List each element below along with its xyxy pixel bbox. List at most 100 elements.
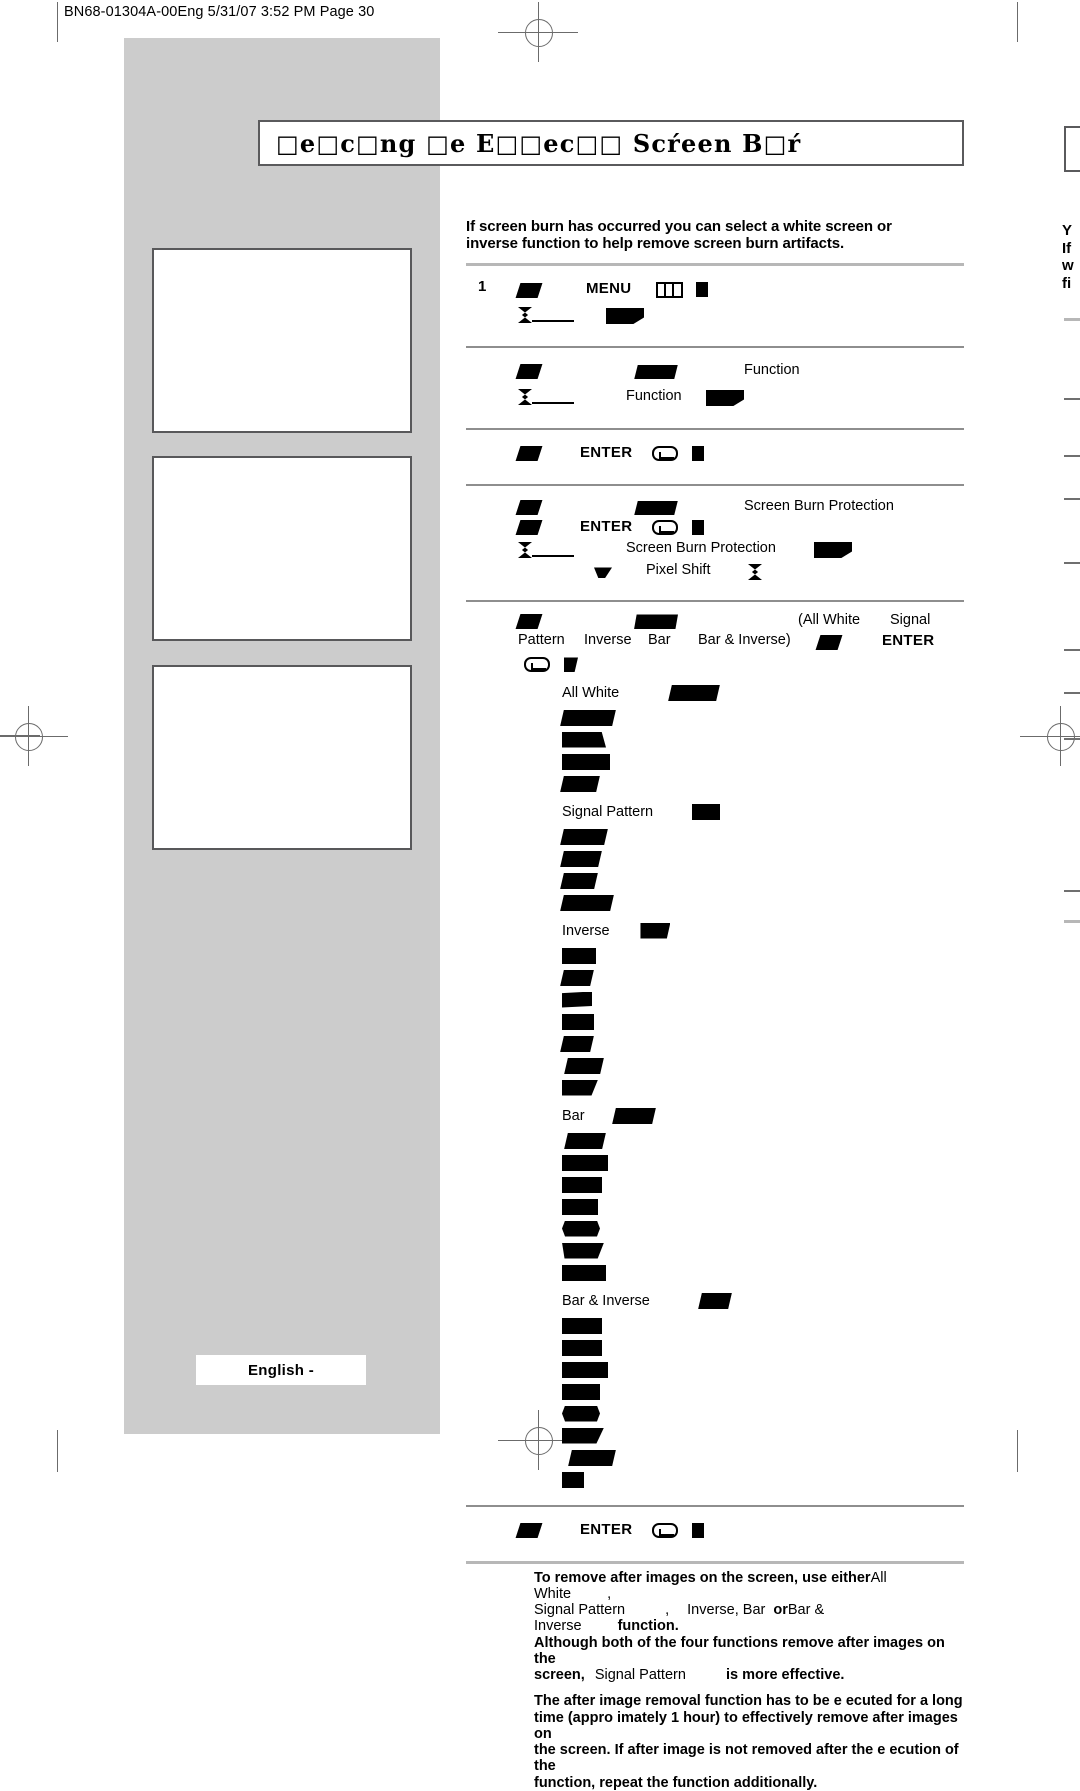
result-marker-icon [518,306,532,323]
step-4-sublabel-2: Pixel Shift [646,561,711,578]
option-group-label: All White [562,684,620,701]
crop-line-top-left-vertical [57,2,58,42]
options-pattern-label: Pattern [518,631,565,648]
note-signal-pattern: Signal Pattern [534,1602,626,1619]
crop-line-bottom-left-vertical [57,1430,58,1472]
press-marker-icon [515,364,543,380]
right-cut-rule-1 [1064,318,1080,321]
redacted-value-bar [562,731,606,748]
section-title-banner: □e□c□ng □e E□□ec□□ Scŕeen B□ŕ [258,120,964,166]
step-4-line-1: Screen Burn Protection [466,498,964,518]
redacted-word-block [634,614,678,630]
note-text-g: screen, [534,1667,585,1684]
step-4-sublabel: Screen Burn Protection [626,539,776,556]
press-marker-icon [815,635,843,651]
intro-line-2: inverse function to help remove screen b… [466,235,845,253]
redacted-line [562,1405,964,1427]
step-4-line-4: Pixel Shift [466,562,964,584]
step-2-sublabel: Function [626,387,682,404]
redacted-value-bar [560,1035,594,1052]
page-header-text: BN68-01304A-00Eng 5/31/07 3:52 PM Page 3… [64,4,375,20]
redacted-value-bar [560,709,616,726]
right-page-title-box-edge [1064,126,1080,172]
redacted-line [562,1220,964,1242]
step-3: ENTER [466,436,964,474]
note-comma-1: , [607,1586,612,1603]
redacted-value-bar [562,1427,604,1444]
divider-rule-4 [466,483,964,486]
arrow-marker-icon [594,567,612,579]
divider-rule-5 [466,599,964,602]
step-4-label: Screen Burn Protection [744,497,894,514]
redacted-word-block [814,541,852,558]
redacted-line [562,1264,964,1286]
step-4-line-3: Screen Burn Protection [466,540,964,562]
option-group-header: Bar & Inverse [562,1292,964,1317]
redacted-line [562,947,964,969]
illustration-box-3 [152,665,412,850]
step-2-label: Function [744,361,800,378]
bottom-note: To remove after images on the screen, us… [534,1570,964,1791]
redacted-value-bar [562,1361,608,1378]
note-function: function. [617,1618,679,1635]
redacted-line [562,1449,964,1471]
redacted-line [562,1471,964,1493]
result-marker-icon [748,563,762,580]
right-cut-rule-2 [1064,398,1080,400]
note-p2-line-1: The after image removal function has to … [534,1693,964,1709]
redacted-line [560,1035,964,1057]
option-group-header: Bar [562,1107,964,1132]
enter-key-icon [652,1523,678,1539]
option-group-header: Signal Pattern [562,803,964,828]
divider-rule-6 [466,1504,964,1507]
redacted-word-block [606,307,644,324]
note-line-2: Signal Pattern, Inverse, Bar orBar & Inv… [534,1602,964,1634]
right-text-line-3: w [1062,257,1074,275]
step-4-line-2: ENTER [466,518,964,540]
redacted-value-bar [562,1154,608,1171]
options-bar-inverse-label: Bar & Inverse) [698,631,791,648]
main-content-column: If screen burn has occurred you can sele… [466,218,964,1791]
redacted-line [562,991,964,1013]
options-intro-row: (All White Signal Pattern Inverse Bar Ba… [466,608,964,682]
redacted-line [562,1013,964,1035]
registration-mark-right [1020,706,1080,766]
redacted-word-block [706,389,744,406]
note-p2-line-3: the screen. If after image is not remove… [534,1742,964,1774]
options-signal-label: Signal [890,611,931,628]
underline-rule [532,307,574,323]
period-block-icon [696,282,708,298]
redacted-line [562,1057,964,1079]
period-block-icon [692,520,704,536]
note-text-a: To remove after images on the screen, us… [534,1569,871,1586]
intro-line-1: If screen burn has occurred you can sele… [466,218,892,235]
note-inverse: Inverse [687,1602,735,1619]
period-block-icon [564,657,578,673]
redacted-value-bar [640,922,671,939]
redacted-value-bar [692,803,721,820]
redacted-line [562,753,964,775]
redacted-value-bar [560,894,614,911]
redacted-line [562,1242,964,1264]
options-enter-keyword: ENTER [882,631,935,649]
step-3-keyword: ENTER [580,443,633,461]
redacted-line [562,1339,964,1361]
options-bar-label: Bar [648,631,671,648]
step-2-line-1: Function [466,360,964,386]
result-marker-icon [518,541,532,558]
result-marker-icon [518,388,532,405]
note-p2-line-4: function, repeat the function additional… [534,1775,964,1791]
redacted-value-bar [562,1317,602,1334]
options-all-white-paren: (All White [798,611,861,628]
redacted-line [560,894,964,916]
note-p2-text-4: function, repeat the function additional… [534,1774,818,1791]
note-text-h: is more effective. [725,1667,845,1684]
right-text-line-2: If [1062,239,1072,257]
note-p2-text-2: time (appro imately 1 hour) to effective… [534,1709,958,1742]
press-marker-icon [515,614,543,630]
redacted-line [562,1361,964,1383]
option-group-header: All White [562,684,964,709]
note-line-1: To remove after images on the screen, us… [534,1570,964,1602]
step-1: 1 MENU [466,272,964,336]
note-comma-2: , [665,1602,670,1619]
